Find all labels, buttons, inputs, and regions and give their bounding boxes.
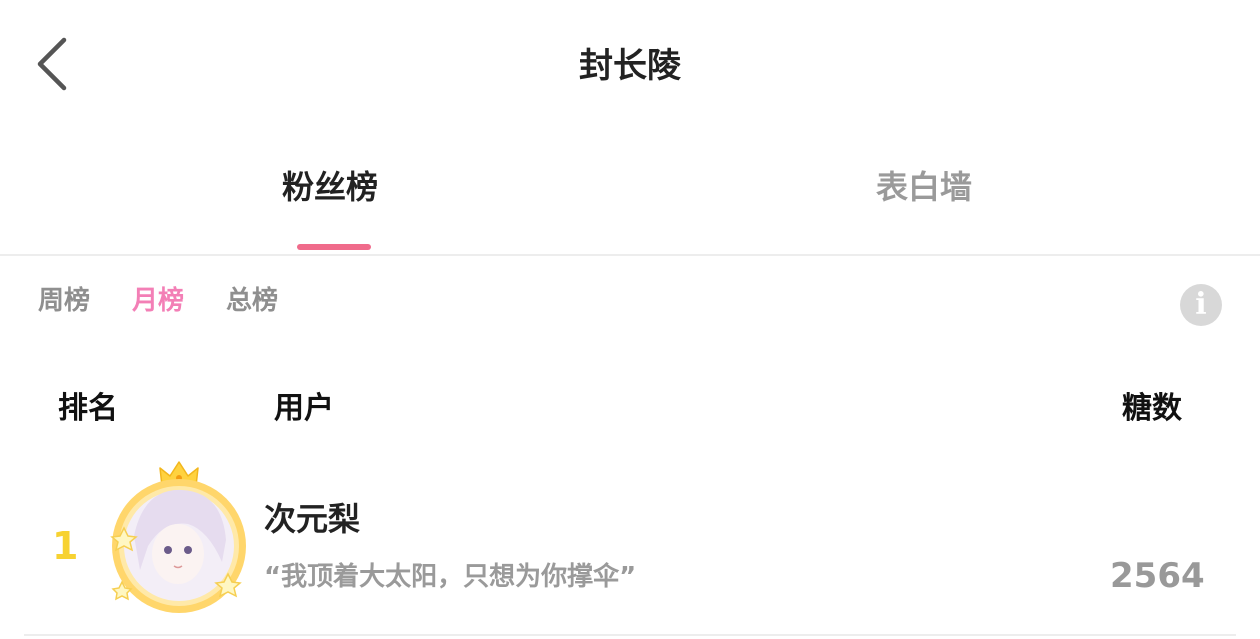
rank-column-header: 排名: [58, 391, 118, 426]
sugar-count: 2564: [1110, 556, 1205, 596]
user-name[interactable]: 次元梨: [264, 494, 360, 540]
user-quote: “我顶着大太阳，只想为你撑伞”: [264, 562, 637, 592]
active-tab-indicator: [297, 244, 371, 250]
rank-number: 1: [52, 524, 79, 568]
tab-fan-ranking[interactable]: 粉丝榜: [282, 162, 378, 208]
row-divider: [24, 634, 1236, 636]
page-title: 封长陵: [579, 46, 681, 86]
period-monthly[interactable]: 月榜: [132, 280, 184, 317]
period-total[interactable]: 总榜: [226, 280, 278, 317]
period-weekly[interactable]: 周榜: [38, 280, 90, 317]
user-column-header: 用户: [274, 391, 334, 426]
info-icon[interactable]: i: [1180, 284, 1222, 326]
tab-confession-wall[interactable]: 表白墙: [876, 162, 972, 208]
avatar[interactable]: [104, 458, 254, 618]
tabs-divider: [0, 254, 1260, 256]
sugar-column-header: 糖数: [1122, 391, 1182, 426]
